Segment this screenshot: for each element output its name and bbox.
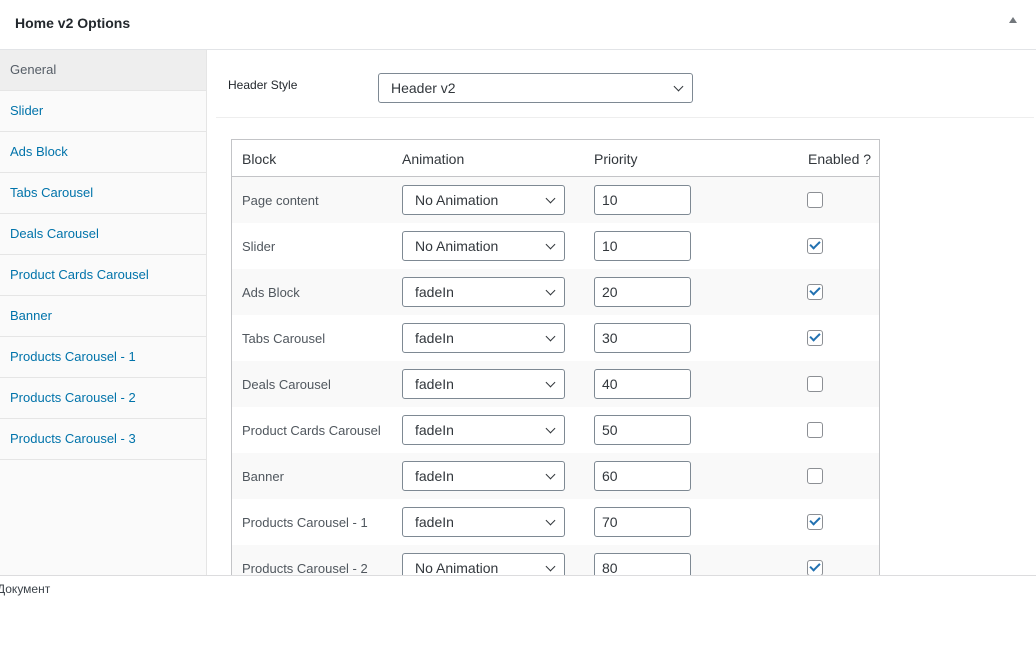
enabled-checkbox[interactable] (807, 284, 823, 300)
header-style-select[interactable]: Header v2 (378, 73, 693, 103)
table-row: Products Carousel - 2 No Animation 80 (232, 545, 879, 575)
checkmark-icon (809, 560, 821, 572)
table-row: Slider No Animation 10 (232, 223, 879, 269)
animation-select[interactable]: fadeIn (402, 415, 565, 445)
checkmark-icon (809, 238, 821, 250)
animation-select[interactable]: fadeIn (402, 323, 565, 353)
table-row: Products Carousel - 1 fadeIn 70 (232, 499, 879, 545)
sidebar-item-banner[interactable]: Banner (0, 296, 206, 337)
block-name: Ads Block (242, 285, 300, 300)
chevron-down-icon (545, 515, 556, 526)
blocks-table: Block Animation Priority Enabled ? Page … (231, 139, 880, 575)
animation-select[interactable]: fadeIn (402, 507, 565, 537)
animation-select[interactable]: fadeIn (402, 461, 565, 491)
column-header-block: Block (242, 151, 277, 167)
table-row: Product Cards Carousel fadeIn 50 (232, 407, 879, 453)
chevron-down-icon (545, 423, 556, 434)
animation-value: No Animation (415, 238, 499, 254)
chevron-down-icon (545, 469, 556, 480)
header-style-row: Header Style Header v2 (216, 50, 1034, 118)
animation-value: fadeIn (415, 376, 454, 392)
enabled-checkbox[interactable] (807, 330, 823, 346)
checkmark-icon (809, 284, 821, 296)
sidebar-item-slider[interactable]: Slider (0, 91, 206, 132)
priority-input[interactable]: 40 (594, 369, 691, 399)
block-name: Deals Carousel (242, 377, 331, 392)
sidebar-item-general[interactable]: General (0, 50, 206, 91)
chevron-down-icon (545, 239, 556, 250)
animation-select[interactable]: fadeIn (402, 369, 565, 399)
priority-input[interactable]: 50 (594, 415, 691, 445)
animation-select[interactable]: No Animation (402, 231, 565, 261)
column-header-enabled: Enabled ? (808, 151, 872, 167)
priority-input[interactable]: 30 (594, 323, 691, 353)
options-content: Header Style Header v2 Block Animation P… (207, 50, 1036, 575)
enabled-checkbox[interactable] (807, 238, 823, 254)
animation-select[interactable]: No Animation (402, 553, 565, 575)
block-name: Products Carousel - 1 (242, 515, 368, 530)
sidebar-item-products-carousel-1[interactable]: Products Carousel - 1 (0, 337, 206, 378)
block-name: Banner (242, 469, 284, 484)
chevron-down-icon (673, 81, 684, 92)
chevron-down-icon (545, 377, 556, 388)
sidebar-item-deals-carousel[interactable]: Deals Carousel (0, 214, 206, 255)
table-row: Banner fadeIn 60 (232, 453, 879, 499)
table-row: Page content No Animation 10 (232, 177, 879, 223)
animation-value: No Animation (415, 192, 499, 208)
header-style-label: Header Style (228, 78, 298, 92)
animation-value: fadeIn (415, 422, 454, 438)
chevron-down-icon (545, 561, 556, 572)
priority-input[interactable]: 10 (594, 185, 691, 215)
enabled-checkbox[interactable] (807, 192, 823, 208)
block-name: Page content (242, 193, 319, 208)
column-header-animation: Animation (402, 151, 465, 167)
enabled-checkbox[interactable] (807, 468, 823, 484)
animation-select[interactable]: fadeIn (402, 277, 565, 307)
block-name: Tabs Carousel (242, 331, 326, 346)
panel-title: Home v2 Options (15, 15, 131, 31)
collapse-toggle-icon[interactable] (1009, 17, 1017, 23)
checkmark-icon (809, 514, 821, 526)
table-row: Tabs Carousel fadeIn 30 (232, 315, 879, 361)
header-style-value: Header v2 (391, 80, 456, 96)
priority-input[interactable]: 60 (594, 461, 691, 491)
enabled-checkbox[interactable] (807, 422, 823, 438)
sidebar-item-tabs-carousel[interactable]: Tabs Carousel (0, 173, 206, 214)
block-name: Products Carousel - 2 (242, 561, 368, 575)
animation-value: fadeIn (415, 514, 454, 530)
animation-value: fadeIn (415, 468, 454, 484)
chevron-down-icon (545, 193, 556, 204)
enabled-checkbox[interactable] (807, 514, 823, 530)
status-bar: Документ (0, 575, 1036, 668)
sidebar-item-ads-block[interactable]: Ads Block (0, 132, 206, 173)
checkmark-icon (809, 330, 821, 342)
sidebar-item-products-carousel-2[interactable]: Products Carousel - 2 (0, 378, 206, 419)
sidebar-item-products-carousel-3[interactable]: Products Carousel - 3 (0, 419, 206, 460)
priority-input[interactable]: 10 (594, 231, 691, 261)
animation-value: fadeIn (415, 330, 454, 346)
table-row: Ads Block fadeIn 20 (232, 269, 879, 315)
priority-input[interactable]: 80 (594, 553, 691, 575)
block-name: Product Cards Carousel (242, 423, 381, 438)
block-name: Slider (242, 239, 276, 254)
enabled-checkbox[interactable] (807, 376, 823, 392)
chevron-down-icon (545, 331, 556, 342)
chevron-down-icon (545, 285, 556, 296)
column-header-priority: Priority (594, 151, 638, 167)
options-body: General Slider Ads Block Tabs Carousel D… (0, 50, 1036, 575)
priority-input[interactable]: 70 (594, 507, 691, 537)
table-header: Block Animation Priority Enabled ? (232, 140, 879, 177)
animation-value: No Animation (415, 560, 499, 575)
priority-input[interactable]: 20 (594, 277, 691, 307)
sidebar-item-product-cards-carousel[interactable]: Product Cards Carousel (0, 255, 206, 296)
animation-select[interactable]: No Animation (402, 185, 565, 215)
panel-header: Home v2 Options (0, 0, 1036, 50)
status-text: Документ (0, 582, 51, 596)
options-sidebar: General Slider Ads Block Tabs Carousel D… (0, 50, 207, 575)
animation-value: fadeIn (415, 284, 454, 300)
table-row: Deals Carousel fadeIn 40 (232, 361, 879, 407)
enabled-checkbox[interactable] (807, 560, 823, 575)
